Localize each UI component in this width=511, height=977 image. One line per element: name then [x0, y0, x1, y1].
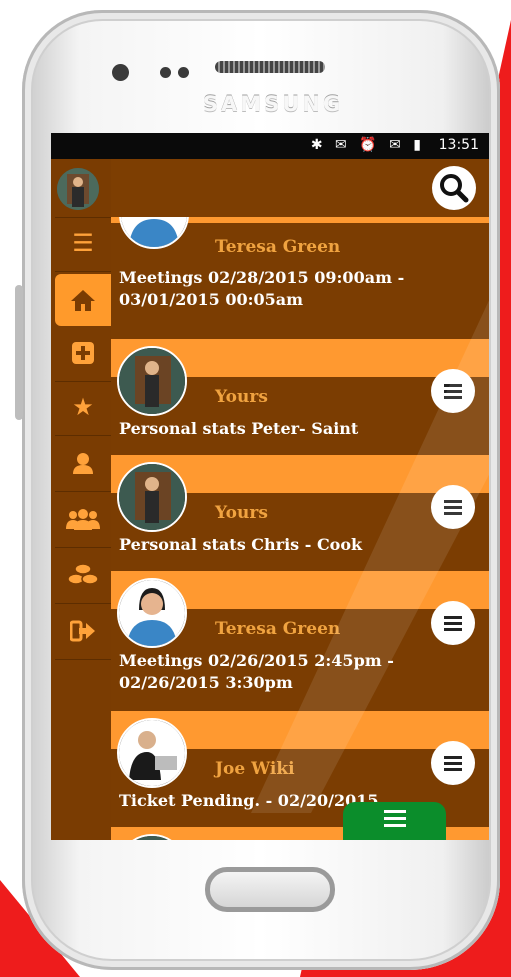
plus-icon: [72, 342, 94, 364]
search-icon: [440, 174, 469, 203]
sidebar-divider: [55, 659, 111, 660]
volume-button[interactable]: [15, 285, 23, 420]
item-menu-button[interactable]: [431, 369, 475, 413]
avatar: [117, 578, 187, 648]
sidebar-item-groups[interactable]: [55, 493, 111, 545]
list-item[interactable]: Teresa Green Meetings 02/26/2015 2:45pm …: [111, 571, 489, 711]
sensor-dot: [178, 67, 189, 78]
avatar: [117, 346, 187, 416]
top-bar: [111, 159, 489, 217]
list-icon: [444, 616, 462, 631]
item-title: Meetings 02/28/2015 09:00am - 03/01/2015…: [119, 268, 405, 309]
person-photo-icon: [119, 580, 185, 646]
sidebar-item-logout[interactable]: [55, 605, 111, 657]
sidebar-nav: ☰ ★: [51, 159, 111, 840]
item-owner: Yours: [215, 503, 268, 523]
item-owner: Yours: [215, 387, 268, 407]
phone-screen: ✱ ✉ ⏰ ✉ ▮ 13:51 ☰ ★ Teresa Green Meeting…: [51, 133, 489, 840]
list-item[interactable]: Yours Personal stats Chris - Cook: [111, 455, 489, 571]
item-owner: Joe Wiki: [215, 759, 295, 779]
item-menu-button[interactable]: [431, 741, 475, 785]
item-menu-button[interactable]: [431, 485, 475, 529]
item-title: Personal stats Chris - Cook: [119, 535, 363, 554]
profile-photo-icon: [57, 168, 99, 210]
status-icons: ✱ ✉ ⏰ ✉ ▮: [310, 137, 425, 153]
menu-icon: [383, 810, 406, 827]
brand-logo: SAMSUNG: [202, 92, 344, 116]
item-owner: Teresa Green: [215, 619, 341, 639]
sidebar-divider: [55, 271, 111, 272]
item-owner: Teresa Green: [215, 237, 341, 257]
avatar: [117, 462, 187, 532]
earpiece-speaker: [215, 61, 325, 73]
person-photo-icon: [119, 720, 185, 786]
group-icon: [66, 509, 100, 530]
logout-icon: [70, 620, 95, 642]
star-icon: ★: [72, 393, 94, 421]
sidebar-item-home[interactable]: [55, 274, 111, 326]
profile-avatar[interactable]: [57, 168, 99, 210]
person-photo-icon: [119, 464, 185, 530]
status-bar: ✱ ✉ ⏰ ✉ ▮ 13:51: [51, 133, 489, 159]
home-icon: [71, 290, 95, 311]
home-button[interactable]: [205, 867, 335, 912]
sidebar-item-add[interactable]: [55, 327, 111, 379]
sidebar-divider: [55, 547, 111, 548]
item-menu-button[interactable]: [431, 601, 475, 645]
list-icon: [444, 756, 462, 771]
list-item[interactable]: Teresa Green Meetings 02/28/2015 09:00am…: [111, 217, 489, 333]
list-icon: [444, 384, 462, 399]
item-title: Meetings 02/26/2015 2:45pm - 02/26/2015 …: [119, 651, 394, 692]
front-camera: [112, 64, 129, 81]
list-item[interactable]: Yours Personal stats Peter- Saint: [111, 339, 489, 455]
sidebar-item-favorites[interactable]: ★: [55, 381, 111, 433]
menu-icon: ☰: [72, 229, 94, 257]
avatar: [117, 718, 187, 788]
sidebar-item-menu[interactable]: ☰: [55, 217, 111, 269]
list-icon: [444, 500, 462, 515]
search-button[interactable]: [432, 166, 476, 210]
sidebar-item-profile[interactable]: [55, 437, 111, 489]
sidebar-divider: [55, 435, 111, 436]
sensor-dot: [160, 67, 171, 78]
item-title: Personal stats Peter- Saint: [119, 419, 359, 438]
person-photo-icon: [119, 348, 185, 414]
feed-list: Teresa Green Meetings 02/28/2015 09:00am…: [111, 217, 489, 840]
sidebar-divider: [55, 603, 111, 604]
floating-menu-button[interactable]: [343, 802, 446, 840]
user-icon: [73, 453, 93, 474]
status-time: 13:51: [438, 137, 479, 153]
coins-icon: [68, 563, 98, 585]
sidebar-item-coins[interactable]: [55, 549, 111, 601]
sidebar-divider: [55, 491, 111, 492]
